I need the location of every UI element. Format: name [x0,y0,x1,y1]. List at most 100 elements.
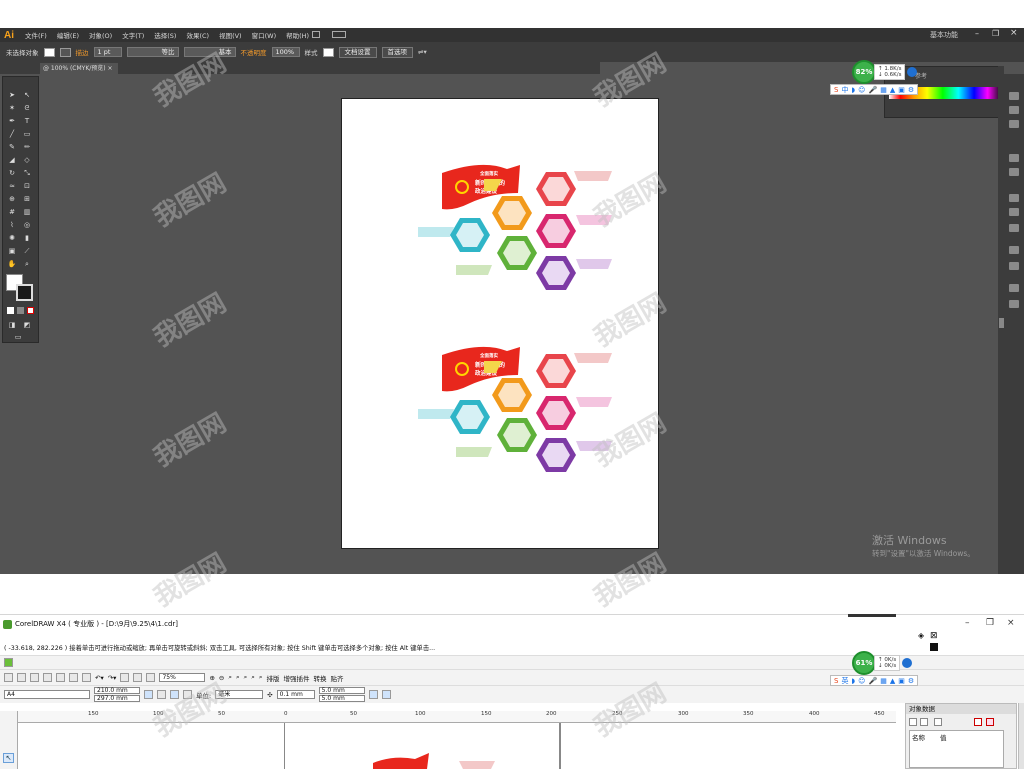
ime-voice-icon-2[interactable]: 🎤 [868,677,877,685]
perspective-grid-icon[interactable]: ⊞ [22,195,32,204]
eraser-tool-icon[interactable]: ◇ [22,156,32,165]
page-height-field[interactable]: 297.0 mm [94,695,140,702]
pen-tool-icon[interactable]: ✒ [7,117,17,126]
bridge-icon[interactable] [312,31,320,38]
draw-mode-icon[interactable]: ◨ [7,321,17,330]
workspace-switcher[interactable]: 基本功能 [930,30,958,40]
opacity-field[interactable]: 100% [271,47,300,57]
minimize-icon[interactable]: – [975,29,979,38]
gradient-mode-icon[interactable] [17,307,24,314]
ime-skin-icon-2[interactable]: ▲ [890,677,895,685]
align-icon[interactable] [1009,262,1019,270]
arrange-button[interactable]: 排版 [267,673,280,683]
stroke-label[interactable]: 描边 [76,47,89,57]
restore-icon[interactable]: ❐ [992,29,999,38]
fill-swatch[interactable] [43,47,55,57]
duplicate-y-field[interactable]: 5.0 mm [318,695,365,702]
ime-skin-icon[interactable]: ▲ [890,86,895,94]
page-width-field[interactable]: 210.0 mm [94,687,140,694]
menu-view[interactable]: 视图(V) [214,30,247,40]
rectangle-tool-icon[interactable]: ▭ [22,130,32,139]
paste-icon[interactable] [82,673,91,682]
landscape-icon[interactable] [157,690,166,699]
page-size-dropdown[interactable]: A4 [4,690,90,699]
scale-tool-icon[interactable]: ⤡ [22,169,32,178]
line-tool-icon[interactable]: ╱ [7,130,17,139]
arrange-docs-icon[interactable] [332,31,346,38]
stroke-icon[interactable] [1009,168,1019,176]
ime-language[interactable]: 中 [841,85,848,95]
zoom-in-icon[interactable]: ⊕ [209,674,214,682]
shape-builder-icon[interactable]: ⊕ [7,195,17,204]
current-page-icon[interactable] [183,690,192,699]
artboard-tool-icon[interactable]: ▣ [7,247,17,256]
docker-btn-2-icon[interactable] [920,718,928,726]
ime-keyboard-icon-2[interactable]: ▦ [880,677,887,685]
style-swatch[interactable] [322,47,334,57]
zoom-page-icon[interactable]: ⌕ [244,673,248,682]
brush-dropdown[interactable]: 基本 [183,47,236,57]
menu-object[interactable]: 对象(O) [84,30,117,40]
cdr-page[interactable] [284,723,561,769]
document-setup-button[interactable]: 文档设置 [338,46,377,58]
appearance-icon[interactable] [1009,224,1019,232]
menu-effect[interactable]: 效果(C) [181,30,214,40]
opacity-label[interactable]: 不透明度 [241,47,267,57]
no-color-icon[interactable]: ⊠ [930,631,938,641]
nudge-field[interactable]: 0.1 mm [276,690,315,699]
symbols-icon[interactable] [1009,154,1019,162]
zoom-out-icon[interactable]: ⊖ [219,674,224,682]
network-monitor-2[interactable]: 61% ↑ 0K/s ↓ 0K/s [852,651,913,675]
all-pages-icon[interactable] [170,690,179,699]
unit-dropdown[interactable]: 毫米 [215,690,264,699]
ime-toolbox-icon-2[interactable]: ▣ [898,677,905,685]
network-monitor[interactable]: 82% ↑ 1.8K/s ↓ 0.6K/s [852,60,918,84]
cdr-close-icon[interactable]: × [1007,618,1015,628]
ime-toolbox-icon[interactable]: ▣ [898,86,905,94]
ime-voice-icon[interactable]: 🎤 [868,86,877,94]
print-icon[interactable] [43,673,52,682]
menu-file[interactable]: 文件(F) [20,30,52,40]
type-tool-icon[interactable]: T [22,117,32,126]
selection-tool-icon[interactable]: ➤ [7,91,17,100]
treat-as-filled-icon[interactable] [368,690,378,699]
cdr-doc-icon[interactable] [4,658,13,667]
document-tab[interactable]: @ 100% (CMYK/预览) × [40,63,118,74]
new-icon[interactable] [4,673,13,682]
free-transform-icon[interactable]: ⊡ [22,182,32,191]
ime-toolbar-2[interactable]: S 英 ◗ ☺ 🎤 ▦ ▲ ▣ ⚙ [830,675,919,686]
ime-settings-icon[interactable]: ⚙ [908,86,914,94]
screen-mode-icon[interactable]: ▭ [13,333,23,342]
export-icon[interactable] [133,673,143,682]
symbol-sprayer-icon[interactable]: ✺ [7,234,17,243]
horizontal-ruler[interactable]: 150 100 50 0 50 100 150 200 250 300 350 400 450 [18,711,896,723]
artboards-icon[interactable] [1009,284,1019,292]
blend-tool-icon[interactable]: ◎ [22,221,32,230]
docker-btn-5-icon[interactable] [986,718,994,726]
pencil-tool-icon[interactable]: ✏ [22,143,32,152]
draw-inside-icon[interactable]: ◩ [22,321,32,330]
rotate-tool-icon[interactable]: ↻ [7,169,17,178]
menu-window[interactable]: 窗口(W) [247,30,282,40]
ime-emoji-icon-2[interactable]: ☺ [858,677,865,685]
options-icon[interactable] [381,690,391,699]
lasso-tool-icon[interactable]: ᘓ [22,104,32,113]
snap-button[interactable]: 贴齐 [331,673,344,683]
portrait-icon[interactable] [144,690,153,699]
network-settings-icon[interactable] [907,67,918,77]
app-launcher-icon[interactable] [146,673,156,682]
paintbrush-tool-icon[interactable]: ✎ [7,143,17,152]
menu-edit[interactable]: 编辑(E) [52,30,84,40]
variable-width-dropdown[interactable]: 等比 [126,47,179,57]
arrange-icon[interactable]: ⇌▾ [418,48,427,56]
artboard[interactable]: 全面落实 新时代党的 政治建设 [341,98,659,549]
docker-btn-3-icon[interactable] [934,718,942,726]
cdr-restore-icon[interactable]: ❐ [986,618,994,628]
undo-icon[interactable]: ↶▾ [95,674,104,682]
transparency-icon[interactable] [1009,208,1019,216]
stroke-weight-field[interactable]: 1 pt [93,47,122,57]
ime-emoji-icon[interactable]: ☺ [858,86,865,94]
docker-btn-1-icon[interactable] [909,718,917,726]
zoom-height-icon[interactable]: ⌕ [259,673,263,682]
blob-brush-icon[interactable]: ◢ [7,156,17,165]
